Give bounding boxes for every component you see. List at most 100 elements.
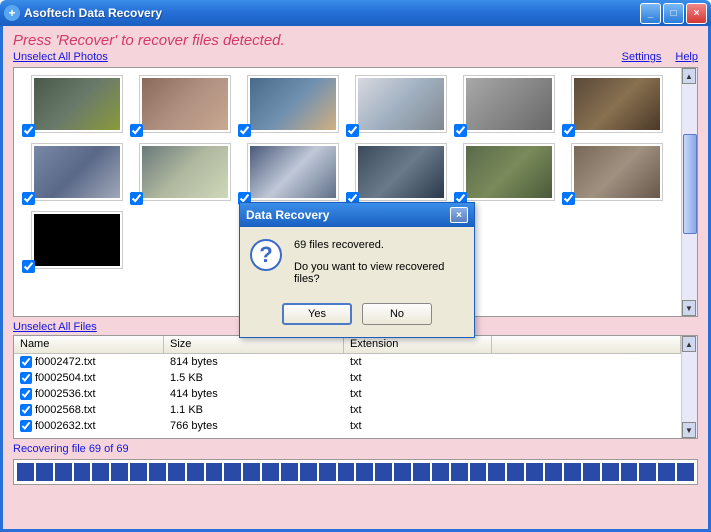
yes-button[interactable]: Yes [282, 303, 352, 325]
photo-checkbox[interactable] [130, 192, 143, 205]
file-checkbox[interactable] [20, 356, 32, 368]
photo-item[interactable] [22, 76, 122, 132]
file-table-header: Name Size Extension [14, 336, 681, 354]
photo-scrollbar[interactable]: ▲ ▼ [681, 68, 697, 316]
minimize-button[interactable]: _ [640, 3, 661, 24]
photo-thumbnail[interactable] [248, 76, 338, 132]
progress-block [602, 463, 619, 481]
table-row[interactable]: f0002504.txt1.5 KBtxt [14, 370, 681, 386]
photo-checkbox[interactable] [238, 124, 251, 137]
scroll-up-icon[interactable]: ▲ [682, 68, 696, 84]
file-table: Name Size Extension f0002472.txt814 byte… [14, 336, 681, 438]
photo-item[interactable] [238, 76, 338, 132]
photo-checkbox[interactable] [22, 192, 35, 205]
photo-thumbnail[interactable] [464, 76, 554, 132]
file-name: f0002632.txt [35, 420, 96, 432]
photo-thumbnail[interactable] [356, 144, 446, 200]
progress-block [507, 463, 524, 481]
photo-item[interactable] [130, 144, 230, 200]
file-size: 814 bytes [164, 356, 344, 368]
no-button[interactable]: No [362, 303, 432, 325]
progress-block [224, 463, 241, 481]
table-row[interactable]: f0002568.txt1.1 KBtxt [14, 402, 681, 418]
progress-block [470, 463, 487, 481]
photo-thumbnail[interactable] [32, 212, 122, 268]
column-header-name[interactable]: Name [14, 336, 164, 353]
column-header-size[interactable]: Size [164, 336, 344, 353]
table-row[interactable]: f0002472.txt814 bytestxt [14, 354, 681, 370]
photo-item[interactable] [22, 144, 122, 200]
photo-thumbnail[interactable] [464, 144, 554, 200]
help-link[interactable]: Help [675, 51, 698, 63]
table-row[interactable]: f0002536.txt414 bytestxt [14, 386, 681, 402]
maximize-button[interactable]: □ [663, 3, 684, 24]
progress-block [583, 463, 600, 481]
photo-item[interactable] [562, 76, 662, 132]
photo-checkbox[interactable] [562, 192, 575, 205]
photo-item[interactable] [238, 144, 338, 200]
file-scrollbar[interactable]: ▲ ▼ [681, 336, 697, 438]
photo-checkbox[interactable] [22, 124, 35, 137]
photo-checkbox[interactable] [346, 124, 359, 137]
file-checkbox[interactable] [20, 372, 32, 384]
photo-thumbnail[interactable] [32, 144, 122, 200]
unselect-all-files-link[interactable]: Unselect All Files [13, 321, 97, 333]
photo-thumbnail[interactable] [140, 144, 230, 200]
scroll-down-icon[interactable]: ▼ [682, 300, 696, 316]
progress-block [281, 463, 298, 481]
photo-thumbnail[interactable] [572, 144, 662, 200]
file-checkbox[interactable] [20, 388, 32, 400]
file-size: 414 bytes [164, 388, 344, 400]
photo-item[interactable] [454, 144, 554, 200]
photo-thumbnail[interactable] [140, 76, 230, 132]
file-panel: Name Size Extension f0002472.txt814 byte… [13, 335, 698, 439]
file-checkbox[interactable] [20, 420, 32, 432]
table-row[interactable]: f0002632.txt766 bytestxt [14, 418, 681, 434]
photo-thumbnail[interactable] [32, 76, 122, 132]
window-body: Press 'Recover' to recover files detecte… [0, 26, 711, 532]
file-extension: txt [344, 388, 492, 400]
photo-checkbox[interactable] [454, 124, 467, 137]
progress-block [356, 463, 373, 481]
close-button[interactable]: × [686, 3, 707, 24]
photo-checkbox[interactable] [130, 124, 143, 137]
progress-block [639, 463, 656, 481]
dialog-title-bar: Data Recovery × [240, 203, 474, 227]
photo-checkbox[interactable] [22, 260, 35, 273]
progress-block [375, 463, 392, 481]
scroll-thumb[interactable] [683, 134, 697, 234]
photo-thumbnail[interactable] [572, 76, 662, 132]
file-extension: txt [344, 356, 492, 368]
photo-item[interactable] [22, 212, 122, 268]
photo-item[interactable] [346, 144, 446, 200]
file-extension: txt [344, 420, 492, 432]
file-checkbox[interactable] [20, 404, 32, 416]
progress-block [243, 463, 260, 481]
photo-item[interactable] [562, 144, 662, 200]
dialog-close-button[interactable]: × [450, 207, 468, 223]
scroll-down-icon[interactable]: ▼ [682, 422, 696, 438]
unselect-all-photos-link[interactable]: Unselect All Photos [13, 51, 108, 63]
progress-block [488, 463, 505, 481]
file-name: f0002504.txt [35, 372, 96, 384]
progress-bar [13, 459, 698, 485]
progress-block [451, 463, 468, 481]
progress-block [206, 463, 223, 481]
column-header-blank [492, 336, 681, 353]
photo-item[interactable] [346, 76, 446, 132]
dialog-body: ? 69 files recovered. Do you want to vie… [240, 227, 474, 303]
progress-block [526, 463, 543, 481]
photo-thumbnail[interactable] [248, 144, 338, 200]
window-controls: _ □ × [640, 3, 707, 24]
column-header-extension[interactable]: Extension [344, 336, 492, 353]
settings-link[interactable]: Settings [622, 51, 662, 63]
photo-item[interactable] [130, 76, 230, 132]
progress-block [413, 463, 430, 481]
dialog-message-2: Do you want to view recovered files? [294, 261, 464, 285]
photo-thumbnail[interactable] [356, 76, 446, 132]
progress-block [658, 463, 675, 481]
scroll-up-icon[interactable]: ▲ [682, 336, 696, 352]
dialog-title: Data Recovery [246, 208, 329, 222]
photo-item[interactable] [454, 76, 554, 132]
photo-checkbox[interactable] [562, 124, 575, 137]
